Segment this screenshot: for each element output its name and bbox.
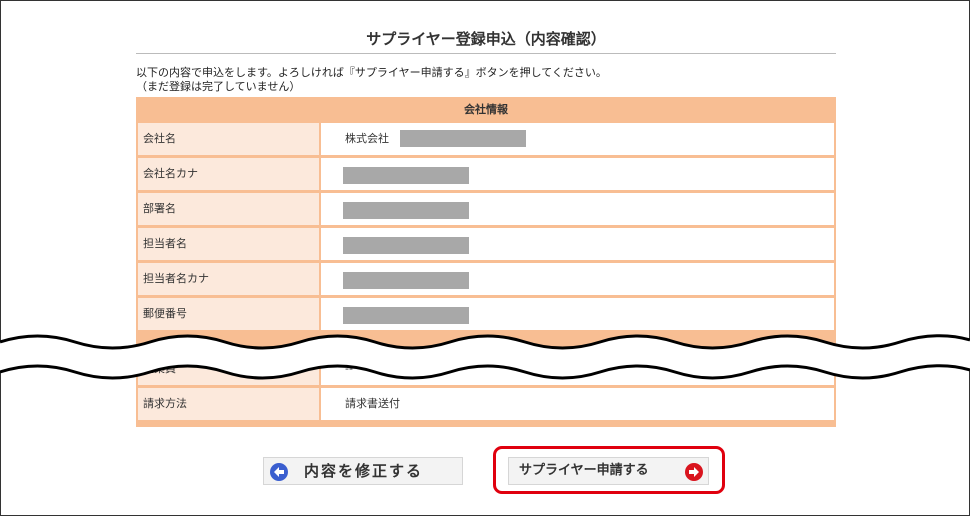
row-label-postal-code: 郵便番号 bbox=[138, 298, 319, 330]
row-value-department bbox=[321, 193, 834, 225]
row-label-department: 部署名 bbox=[138, 193, 319, 225]
redacted-value bbox=[343, 202, 469, 219]
title-divider bbox=[136, 53, 836, 54]
redacted-value bbox=[400, 130, 526, 147]
redacted-value bbox=[343, 307, 469, 324]
row-value-company-name: 株式会社 bbox=[321, 123, 834, 155]
table-row: 郵便番号 bbox=[138, 298, 834, 330]
row-label-billing-method: 請求方法 bbox=[138, 388, 319, 420]
table-row: 担当者名カナ bbox=[138, 263, 834, 295]
row-value-contact-name bbox=[321, 228, 834, 260]
company-name-text: 株式会社 bbox=[345, 132, 389, 145]
row-value-billing-method: 請求書送付 bbox=[321, 388, 834, 420]
intro-line-1: 以下の内容で申込をします。よろしければ『サプライヤー申請する』ボタンを押してくだ… bbox=[136, 66, 607, 79]
edit-content-button[interactable]: 内容を修正する bbox=[263, 457, 463, 485]
edit-content-button-label: 内容を修正する bbox=[304, 462, 424, 480]
arrow-right-circle-icon bbox=[685, 463, 703, 481]
redacted-value bbox=[343, 272, 469, 289]
redacted-value bbox=[343, 167, 469, 184]
table-row: 会社名カナ bbox=[138, 158, 834, 190]
row-label-company-kana: 会社名カナ bbox=[138, 158, 319, 190]
table-row: 請求方法 請求書送付 bbox=[138, 388, 834, 420]
row-value-postal-code bbox=[321, 298, 834, 330]
table-row: 部署名 bbox=[138, 193, 834, 225]
page-break-wave bbox=[0, 334, 970, 380]
intro-line-2: （まだ登録は完了していません） bbox=[136, 80, 301, 93]
page-title: サプライヤー登録申込（内容確認） bbox=[366, 30, 606, 48]
row-value-contact-kana bbox=[321, 263, 834, 295]
arrow-left-circle-icon bbox=[270, 463, 288, 481]
row-label-company-name: 会社名 bbox=[138, 123, 319, 155]
table-row: 会社名 株式会社 bbox=[138, 123, 834, 155]
table-row: 担当者名 bbox=[138, 228, 834, 260]
row-value-company-kana bbox=[321, 158, 834, 190]
row-label-contact-name: 担当者名 bbox=[138, 228, 319, 260]
apply-supplier-button-label: サプライヤー申請する bbox=[519, 463, 649, 478]
redacted-value bbox=[343, 237, 469, 254]
apply-supplier-button[interactable]: サプライヤー申請する bbox=[508, 457, 709, 485]
company-info-header: 会社情報 bbox=[464, 103, 508, 116]
intro-text: 以下の内容で申込をします。よろしければ『サプライヤー申請する』ボタンを押してくだ… bbox=[136, 66, 607, 94]
row-label-contact-kana: 担当者名カナ bbox=[138, 263, 319, 295]
